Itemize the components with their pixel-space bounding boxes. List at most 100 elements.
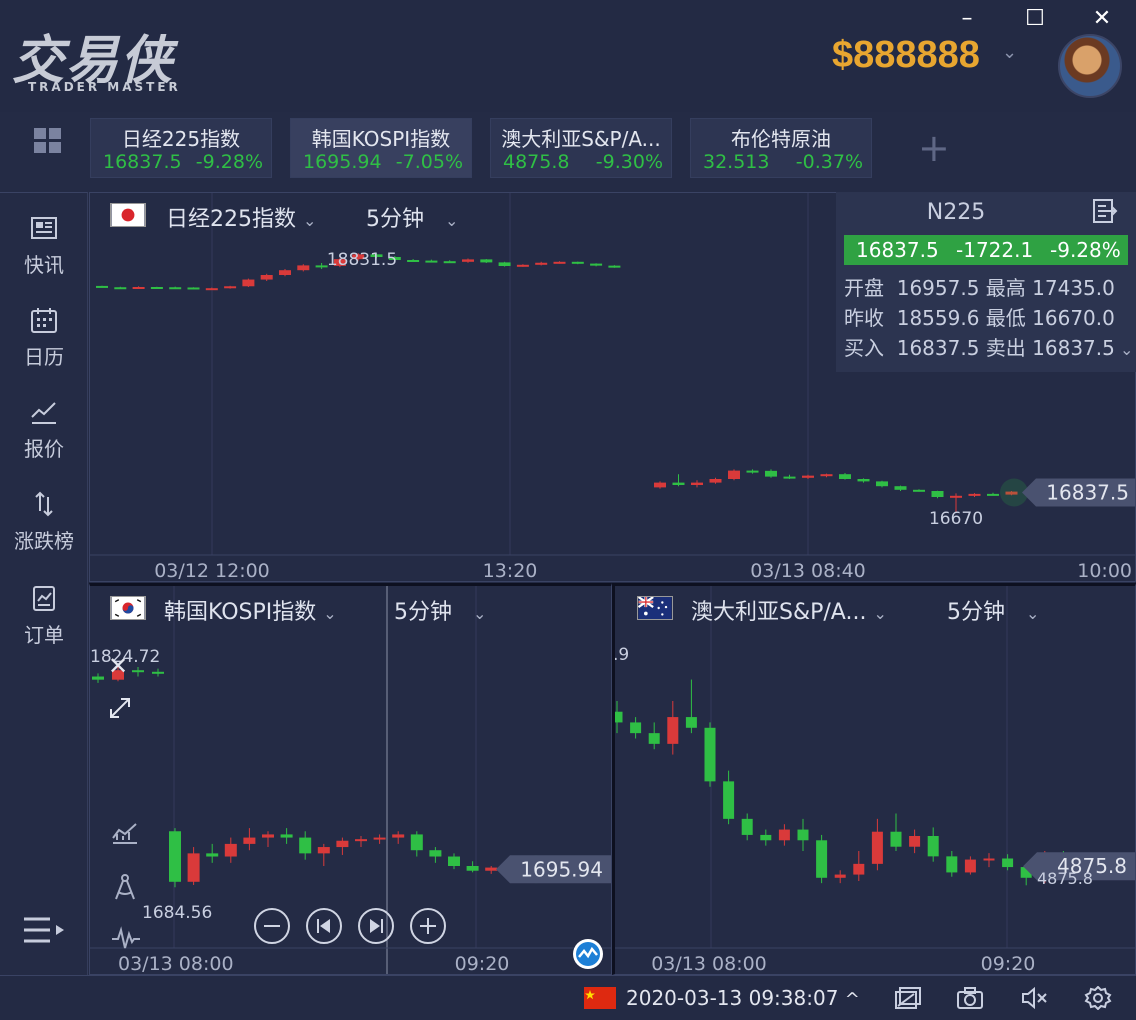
timeframe-selector[interactable]: 5分钟 ⌄ (394, 594, 486, 626)
candle-body (931, 491, 944, 497)
candle (297, 264, 310, 272)
maximize-button[interactable]: ☐ (1020, 4, 1050, 34)
candle-body (802, 475, 814, 478)
timeframe-selector[interactable]: 5分钟 ⌄ (947, 594, 1039, 626)
candle (553, 261, 566, 264)
account-balance[interactable]: $888888 (832, 34, 980, 77)
x-tick-label: 03/13 08:00 (651, 953, 767, 975)
settings-gear-icon[interactable] (1084, 986, 1112, 1010)
candle (243, 828, 256, 851)
export-icon[interactable] (1092, 198, 1120, 224)
candle (242, 278, 255, 287)
candle-body (206, 853, 219, 857)
mute-icon[interactable] (1020, 986, 1048, 1010)
candle (834, 870, 846, 884)
expand-icon[interactable] (108, 696, 132, 720)
drawing-compass-icon[interactable] (112, 872, 138, 902)
candle (224, 285, 237, 289)
chart-logo-icon[interactable] (572, 938, 604, 970)
step-forward-button[interactable] (358, 908, 394, 944)
waveform-icon[interactable] (110, 926, 142, 952)
candle (571, 261, 584, 265)
candle-body (317, 847, 330, 854)
watchlist-tab-asx[interactable]: 澳大利亚S&P/A... 4875.8 -9.30% (490, 118, 672, 178)
chevron-down-icon: ⌄ (323, 604, 337, 623)
sidebar-item-orders[interactable]: 订单 (0, 583, 88, 648)
chart-symbol-selector[interactable]: 澳大利亚S&P/A... ⌄ (691, 594, 887, 626)
sidebar-item-calendar[interactable]: 日历 (0, 305, 88, 370)
candle-body (373, 837, 386, 840)
x-tick-label: 10:00 (1077, 560, 1132, 582)
timeframe-label: 5分钟 (947, 600, 1005, 625)
zoom-out-button[interactable] (254, 908, 290, 944)
candle-body (723, 781, 735, 819)
chevron-down-icon: ⌄ (472, 604, 487, 623)
sidebar-item-news[interactable]: 快讯 (0, 213, 88, 278)
candle (224, 837, 237, 863)
orders-icon (33, 586, 55, 611)
minimize-button[interactable]: – (952, 4, 982, 34)
camera-icon[interactable] (956, 986, 984, 1010)
sidebar-item-quotes[interactable]: 报价 (0, 397, 88, 462)
watchlist-tab-nikkei[interactable]: 日经225指数 16837.5 -9.28% (90, 118, 272, 178)
candle (169, 828, 181, 888)
window-layout-icon[interactable] (894, 986, 922, 1010)
add-watchlist-button[interactable]: + (918, 128, 950, 168)
candle-body (964, 859, 976, 873)
candle-body (114, 287, 127, 290)
user-avatar[interactable] (1058, 34, 1122, 98)
status-datetime[interactable]: 2020-03-13 09:38:07 ^ (626, 986, 860, 1010)
asx-candlestick-chart[interactable]: 03/13 08:0009:20.94875.84875.8 (615, 586, 1136, 975)
last-price-tag: 16837.5 (1046, 481, 1129, 505)
chart-title: 日经225指数 (166, 207, 296, 232)
candle (615, 701, 623, 734)
close-button[interactable]: ✕ (1087, 4, 1117, 34)
x-tick-label: 03/12 12:00 (154, 560, 270, 582)
watchlist-price: 4875.8 (503, 151, 570, 173)
candle (946, 851, 958, 877)
sidebar-item-label: 订单 (24, 623, 64, 647)
candle (443, 260, 456, 264)
candle-body (152, 671, 164, 674)
candle (373, 834, 386, 844)
candle (685, 679, 697, 734)
chart-symbol-selector[interactable]: 日经225指数 ⌄ (166, 201, 316, 233)
timeframe-label: 5分钟 (366, 207, 424, 232)
timeframe-selector[interactable]: 5分钟 ⌄ (366, 201, 458, 233)
menu-icon[interactable] (22, 911, 68, 951)
candle (630, 717, 642, 739)
candle (890, 813, 902, 851)
sidebar-item-movers[interactable]: 涨跌榜 (0, 489, 88, 554)
close-icon[interactable]: ✕ (108, 652, 128, 680)
quote-change: -1722.1 (956, 238, 1034, 262)
candle-body (425, 260, 438, 263)
candle (132, 667, 144, 677)
chevron-down-icon[interactable]: ⌄ (1002, 42, 1017, 63)
step-back-button[interactable] (306, 908, 342, 944)
candle (407, 259, 420, 262)
watchlist-tab-kospi[interactable]: 韩国KOSPI指数 1695.94 -7.05% (290, 118, 472, 178)
candle-body (224, 843, 237, 857)
candle (765, 469, 777, 478)
candle (704, 722, 716, 787)
candle-body (630, 722, 642, 734)
app-logo-subtitle: TRADER MASTER (28, 80, 181, 94)
quote-price: 16837.5 (856, 238, 939, 262)
indicator-icon[interactable] (110, 820, 140, 846)
candle (853, 851, 865, 881)
sidebar: 快讯 日历 报价 涨跌榜 订单 (0, 192, 88, 975)
chevron-up-icon: ^ (844, 989, 860, 1010)
grid-layout-icon[interactable] (34, 128, 62, 154)
chart-symbol-selector[interactable]: 韩国KOSPI指数 ⌄ (164, 594, 337, 626)
kospi-chart-panel: 03/13 08:00 09:20 1824.72 1684.56 1695.94 韩国… (89, 583, 612, 975)
candle-body (741, 818, 753, 835)
title-bar: 交易侠 TRADER MASTER $888888 ⌄ – ☐ ✕ (0, 0, 1136, 112)
zoom-in-button[interactable] (410, 908, 446, 944)
watchlist-tab-brent[interactable]: 布伦特原油 32.513 -0.37% (690, 118, 872, 178)
chevron-down-icon[interactable]: ⌄ (1115, 340, 1133, 359)
candle (820, 473, 833, 478)
asx-chart-panel: 03/13 08:0009:20.94875.84875.8 澳大利亚S&P/A… (612, 583, 1136, 975)
candle-body (407, 260, 420, 262)
candle (279, 269, 291, 277)
watchlist-change: -9.28% (195, 151, 263, 173)
